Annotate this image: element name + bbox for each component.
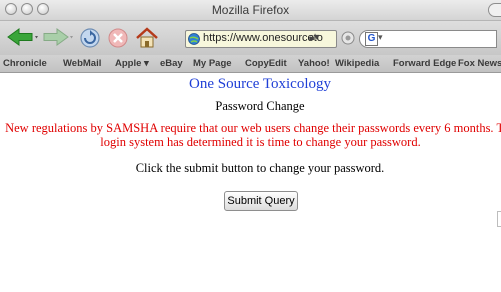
bookmark-item[interactable]: Wikipedia [335, 58, 379, 69]
back-icon[interactable] [6, 26, 40, 48]
search-engine-icon[interactable]: G [365, 32, 378, 46]
url-text[interactable]: https://www.onesourcetox.com/ [203, 32, 323, 44]
lock-icon[interactable]: 🔒︎▾ [309, 32, 319, 43]
submit-button[interactable]: Submit Query [224, 191, 298, 211]
bookmark-item[interactable]: Chronicle [3, 58, 47, 69]
reload-icon[interactable] [78, 26, 102, 50]
bookmark-item[interactable]: eBay [160, 58, 183, 69]
navigation-toolbar: https://www.onesourcetox.com/ 🔒︎▾ G ▾ [0, 21, 501, 55]
window-title: Mozilla Firefox [211, 3, 290, 17]
bookmark-item[interactable]: CopyEdit [245, 58, 287, 69]
url-bar[interactable]: https://www.onesourcetox.com/ 🔒︎▾ [185, 30, 337, 48]
bookmark-item[interactable]: Apple ▾ [115, 58, 149, 69]
home-icon[interactable] [134, 26, 160, 50]
site-title: One Source Toxicology [189, 76, 331, 92]
page-heading: Password Change [215, 99, 305, 113]
site-icon [188, 33, 200, 45]
bookmark-item[interactable]: Yahoo! [298, 58, 330, 69]
search-input[interactable]: G ▾ [359, 30, 497, 48]
toolbar-toggle-icon[interactable] [488, 3, 501, 17]
page-content: One Source Toxicology Password Change Ne… [0, 73, 501, 292]
search-engine-dropdown-icon[interactable]: ▾ [378, 32, 383, 43]
bookmarks-bar: Chronicle WebMail Apple ▾ eBay My Page C… [0, 55, 501, 73]
instruction-text: Click the submit button to change your p… [135, 161, 385, 175]
bookmark-item[interactable]: WebMail [63, 58, 101, 69]
bookmark-item[interactable]: My Page [193, 58, 232, 69]
title-bar: Mozilla Firefox [0, 0, 501, 21]
forward-icon[interactable] [42, 26, 76, 48]
regulation-notice: New regulations by SAMSHA require that o… [5, 121, 501, 149]
stop-icon[interactable] [106, 26, 130, 50]
bookmark-item[interactable]: Fox News [458, 58, 501, 69]
bookmark-item[interactable]: Forward Edge [393, 58, 456, 69]
go-icon[interactable] [341, 31, 355, 45]
page-edge-marker [497, 211, 501, 227]
